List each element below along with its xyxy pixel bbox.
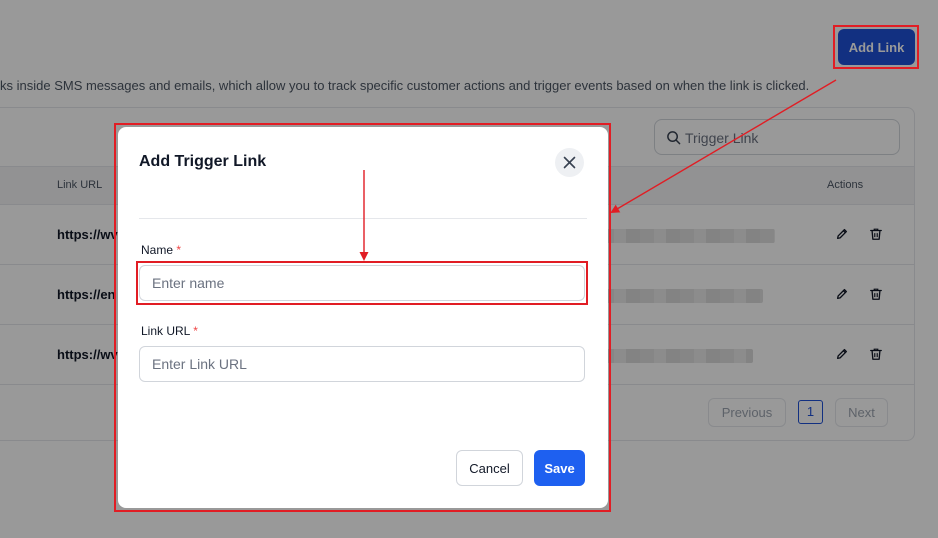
save-button[interactable]: Save — [534, 450, 585, 486]
close-button[interactable] — [555, 148, 584, 177]
cancel-button[interactable]: Cancel — [456, 450, 523, 486]
link-url-label-text: Link URL — [141, 324, 190, 338]
modal-title: Add Trigger Link — [139, 153, 267, 170]
add-trigger-link-modal: Add Trigger Link Name * Link URL * Cance… — [118, 127, 608, 508]
close-icon — [563, 156, 576, 169]
link-url-label: Link URL * — [141, 324, 198, 338]
modal-divider — [139, 218, 587, 219]
name-label-text: Name — [141, 243, 174, 257]
required-marker: * — [176, 243, 182, 257]
required-marker: * — [193, 324, 198, 338]
name-input[interactable] — [139, 265, 585, 301]
link-url-input[interactable] — [139, 346, 585, 382]
name-label: Name * — [141, 243, 181, 257]
